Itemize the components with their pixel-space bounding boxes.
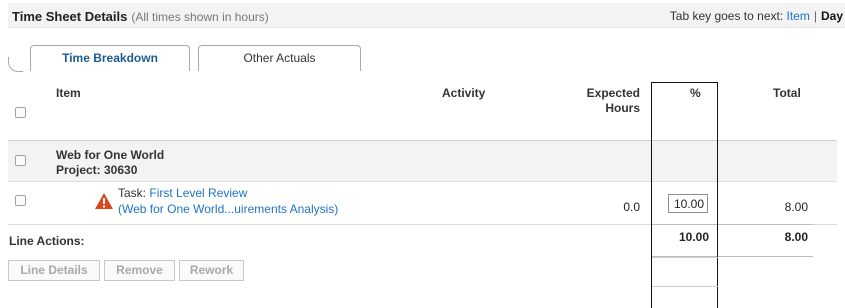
task-title: Task: First Level Review	[118, 186, 247, 200]
section-title-text: Time Sheet Details	[12, 9, 128, 24]
remove-button[interactable]: Remove	[104, 260, 175, 281]
hours-total: 8.00	[784, 230, 808, 244]
section-header: Time Sheet Details (All times shown in ho…	[8, 3, 845, 28]
column-header-expected-hours[interactable]: Expected Hours	[560, 86, 640, 116]
task-row-checkbox[interactable]	[15, 195, 26, 206]
section-subtitle: (All times shown in hours)	[131, 10, 269, 24]
column-header-item[interactable]: Item	[56, 86, 81, 100]
tab-key-navigation: Tab key goes to next: Item | Day	[670, 9, 843, 23]
task-percent-input[interactable]	[668, 194, 708, 213]
group-row-checkbox[interactable]	[15, 155, 26, 166]
column-header-expected-line1: Expected	[586, 86, 640, 100]
tab-key-separator: |	[813, 9, 817, 23]
task-expected-hours: 0.0	[623, 200, 640, 214]
tab-time-breakdown[interactable]: Time Breakdown	[30, 45, 190, 71]
tab-key-day-option[interactable]: Day	[821, 9, 843, 23]
line-actions-label: Line Actions:	[9, 234, 85, 248]
group-project: Project: 30630	[56, 163, 138, 177]
column-header-activity[interactable]: Activity	[442, 86, 485, 100]
line-details-button[interactable]: Line Details	[8, 260, 100, 281]
task-parent: (Web for One World...uirements Analysis)	[118, 202, 338, 216]
task-total: 8.00	[784, 200, 808, 214]
column-header-expected-line2: Hours	[605, 101, 640, 115]
tab-strip-edge	[8, 57, 23, 72]
task-name-link[interactable]: First Level Review	[149, 186, 247, 200]
tab-key-label: Tab key goes to next:	[669, 9, 784, 23]
rework-button[interactable]: Rework	[179, 260, 244, 281]
column-header-total[interactable]: Total	[773, 86, 801, 100]
section-title: Time Sheet Details (All times shown in ho…	[12, 9, 269, 24]
tab-key-item-link[interactable]: Item	[787, 9, 810, 23]
percent-column-divider	[652, 257, 718, 258]
group-name: Web for One World	[56, 148, 165, 162]
percent-column-divider	[652, 286, 718, 287]
select-all-checkbox[interactable]	[15, 107, 26, 118]
tab-other-actuals[interactable]: Other Actuals	[198, 45, 361, 71]
group-label: Web for One World Project: 30630	[56, 148, 164, 178]
percent-total: 10.00	[678, 230, 709, 244]
column-header-percent[interactable]: %	[690, 86, 701, 100]
warning-triangle-icon	[95, 193, 113, 209]
task-prefix: Task:	[118, 186, 147, 200]
task-parent-link[interactable]: (Web for One World...uirements Analysis)	[118, 202, 338, 216]
